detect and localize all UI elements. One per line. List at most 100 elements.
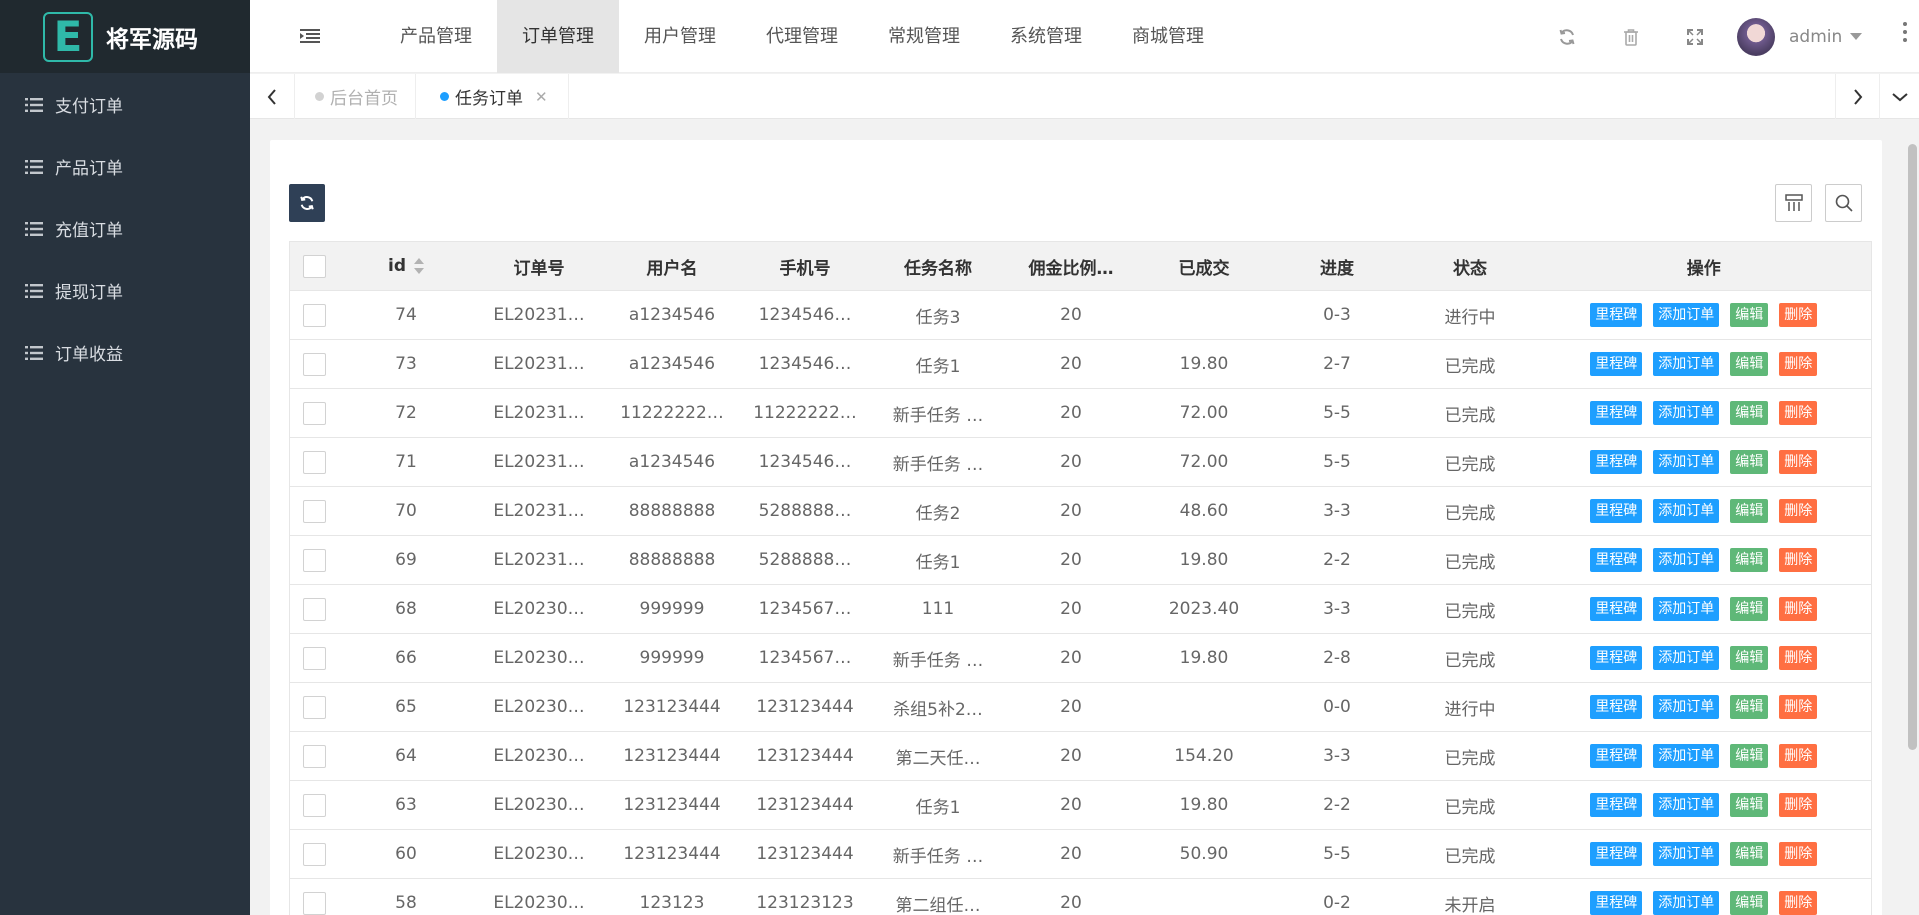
sidebar-item-product-orders[interactable]: 产品订单	[0, 135, 250, 197]
fullscreen-icon[interactable]	[1663, 0, 1727, 73]
sidebar-item-order-earnings[interactable]: 订单收益	[0, 321, 250, 383]
table-row[interactable]: 64 EL20230… 123123444 123123444 第二天任… 20 154.2…	[289, 731, 1872, 781]
page-tab-task-orders[interactable]: 任务订单 ✕	[420, 74, 569, 119]
table-row[interactable]: 66 EL20230… 999999 1234567… 新手任务 … 20 19.80 2-8…	[289, 633, 1872, 683]
tabs-scroll-left-button[interactable]	[250, 74, 295, 119]
sidebar-item-withdraw-orders[interactable]: 提现订单	[0, 259, 250, 321]
delete-button[interactable]: 删除	[1779, 744, 1818, 768]
row-checkbox[interactable]	[303, 499, 327, 523]
edit-button[interactable]: 编辑	[1730, 548, 1769, 572]
milestone-button[interactable]: 里程碑	[1590, 401, 1643, 425]
table-row[interactable]: 72 EL20231… 11222222… 11222222… 新手任务 … 20 72.0…	[289, 388, 1872, 438]
tab-mall-management[interactable]: 商城管理	[1107, 0, 1229, 73]
add-order-button[interactable]: 添加订单	[1653, 695, 1720, 719]
row-checkbox[interactable]	[303, 695, 327, 719]
milestone-button[interactable]: 里程碑	[1590, 450, 1643, 474]
edit-button[interactable]: 编辑	[1730, 303, 1769, 327]
edit-button[interactable]: 编辑	[1730, 597, 1769, 621]
delete-button[interactable]: 删除	[1779, 499, 1818, 523]
page-tab-home[interactable]: 后台首页	[295, 74, 416, 119]
row-checkbox[interactable]	[303, 450, 327, 474]
brand-logo[interactable]: E 将军源码	[0, 0, 250, 73]
delete-button[interactable]: 删除	[1779, 401, 1818, 425]
delete-button[interactable]: 删除	[1779, 793, 1818, 817]
column-filter-button[interactable]	[1775, 184, 1812, 222]
table-row[interactable]: 73 EL20231… a1234546 1234546… 任务1 20 19.80 2-7 已…	[289, 339, 1872, 389]
select-all-checkbox[interactable]	[303, 254, 327, 278]
table-row[interactable]: 68 EL20230… 999999 1234567… 111 20 2023.40 3-3 已…	[289, 584, 1872, 634]
add-order-button[interactable]: 添加订单	[1653, 842, 1720, 866]
milestone-button[interactable]: 里程碑	[1590, 695, 1643, 719]
add-order-button[interactable]: 添加订单	[1653, 597, 1720, 621]
table-row[interactable]: 65 EL20230… 123123444 123123444 杀组5补2… 20 0-0 进…	[289, 682, 1872, 732]
edit-button[interactable]: 编辑	[1730, 891, 1769, 915]
table-row[interactable]: 70 EL20231… 88888888 5288888… 任务2 20 48.60 3-3 已…	[289, 486, 1872, 536]
table-row[interactable]: 63 EL20230… 123123444 123123444 任务1 20 19.80 2-…	[289, 780, 1872, 830]
milestone-button[interactable]: 里程碑	[1590, 842, 1643, 866]
sidebar-item-pay-orders[interactable]: 支付订单	[0, 73, 250, 135]
row-checkbox[interactable]	[303, 548, 327, 572]
delete-button[interactable]: 删除	[1779, 597, 1818, 621]
milestone-button[interactable]: 里程碑	[1590, 744, 1643, 768]
tab-user-management[interactable]: 用户管理	[619, 0, 741, 73]
close-icon[interactable]: ✕	[535, 88, 548, 106]
tab-agent-management[interactable]: 代理管理	[741, 0, 863, 73]
edit-button[interactable]: 编辑	[1730, 401, 1769, 425]
edit-button[interactable]: 编辑	[1730, 695, 1769, 719]
milestone-button[interactable]: 里程碑	[1590, 891, 1643, 915]
delete-button[interactable]: 删除	[1779, 842, 1818, 866]
trash-icon[interactable]	[1599, 0, 1663, 73]
add-order-button[interactable]: 添加订单	[1653, 450, 1720, 474]
table-row[interactable]: 71 EL20231… a1234546 1234546… 新手任务 … 20 72.00 5…	[289, 437, 1872, 487]
add-order-button[interactable]: 添加订单	[1653, 401, 1720, 425]
tab-system-management[interactable]: 系统管理	[985, 0, 1107, 73]
edit-button[interactable]: 编辑	[1730, 842, 1769, 866]
edit-button[interactable]: 编辑	[1730, 352, 1769, 376]
row-checkbox[interactable]	[303, 744, 327, 768]
delete-button[interactable]: 删除	[1779, 450, 1818, 474]
add-order-button[interactable]: 添加订单	[1653, 891, 1720, 915]
table-row[interactable]: 60 EL20230… 123123444 123123444 新手任务 … 20 50.9…	[289, 829, 1872, 879]
scrollbar-thumb[interactable]	[1908, 144, 1917, 750]
row-checkbox[interactable]	[303, 891, 327, 915]
milestone-button[interactable]: 里程碑	[1590, 303, 1643, 327]
delete-button[interactable]: 删除	[1779, 695, 1818, 719]
row-checkbox[interactable]	[303, 303, 327, 327]
tabs-scroll-right-button[interactable]	[1835, 74, 1880, 119]
add-order-button[interactable]: 添加订单	[1653, 303, 1720, 327]
milestone-button[interactable]: 里程碑	[1590, 499, 1643, 523]
row-checkbox[interactable]	[303, 352, 327, 376]
milestone-button[interactable]: 里程碑	[1590, 548, 1643, 572]
row-checkbox[interactable]	[303, 842, 327, 866]
row-checkbox[interactable]	[303, 401, 327, 425]
edit-button[interactable]: 编辑	[1730, 793, 1769, 817]
table-row[interactable]: 58 EL20230… 123123 123123123 第二组任… 20 0-2 未开启 里…	[289, 878, 1872, 915]
row-checkbox[interactable]	[303, 793, 327, 817]
table-search-button[interactable]	[1825, 184, 1862, 222]
row-checkbox[interactable]	[303, 646, 327, 670]
add-order-button[interactable]: 添加订单	[1653, 646, 1720, 670]
milestone-button[interactable]: 里程碑	[1590, 646, 1643, 670]
milestone-button[interactable]: 里程碑	[1590, 793, 1643, 817]
refresh-icon[interactable]	[1535, 0, 1599, 73]
add-order-button[interactable]: 添加订单	[1653, 352, 1720, 376]
add-order-button[interactable]: 添加订单	[1653, 548, 1720, 572]
delete-button[interactable]: 删除	[1779, 548, 1818, 572]
tab-general-management[interactable]: 常规管理	[863, 0, 985, 73]
add-order-button[interactable]: 添加订单	[1653, 744, 1720, 768]
edit-button[interactable]: 编辑	[1730, 499, 1769, 523]
tab-product-management[interactable]: 产品管理	[375, 0, 497, 73]
milestone-button[interactable]: 里程碑	[1590, 597, 1643, 621]
add-order-button[interactable]: 添加订单	[1653, 793, 1720, 817]
edit-button[interactable]: 编辑	[1730, 646, 1769, 670]
tab-order-management[interactable]: 订单管理	[497, 0, 619, 73]
table-refresh-button[interactable]	[289, 184, 325, 222]
milestone-button[interactable]: 里程碑	[1590, 352, 1643, 376]
user-menu[interactable]: admin	[1737, 0, 1863, 73]
sidebar-toggle-icon[interactable]	[300, 28, 320, 44]
page-scrollbar[interactable]	[1904, 140, 1919, 915]
delete-button[interactable]: 删除	[1779, 891, 1818, 915]
table-row[interactable]: 74 EL20231… a1234546 1234546… 任务3 20 0-3 进行中 里程…	[289, 290, 1872, 340]
delete-button[interactable]: 删除	[1779, 303, 1818, 327]
row-checkbox[interactable]	[303, 597, 327, 621]
